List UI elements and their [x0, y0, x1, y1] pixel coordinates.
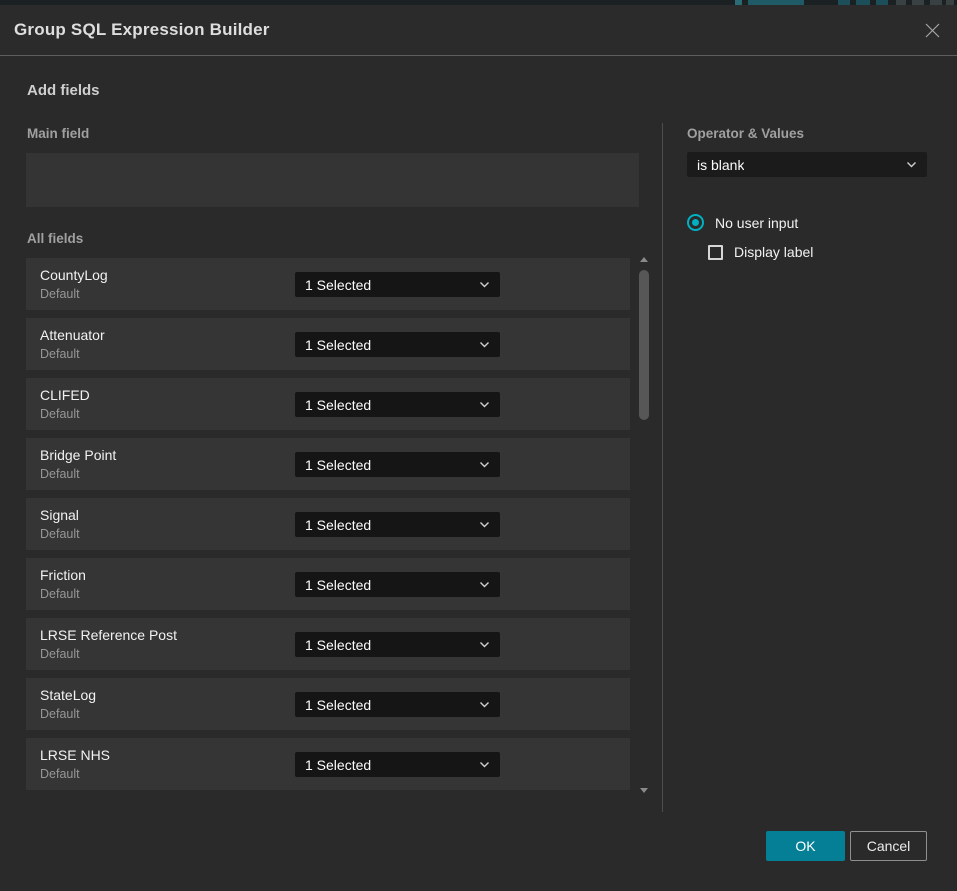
- field-name: Friction: [40, 567, 86, 583]
- field-selection-value: 1 Selected: [305, 517, 371, 533]
- field-name: LRSE NHS: [40, 747, 110, 763]
- field-selection-select[interactable]: 1 Selected: [295, 272, 500, 297]
- screen: Group SQL Expression Builder Add fields …: [0, 0, 957, 891]
- field-selection-select[interactable]: 1 Selected: [295, 752, 500, 777]
- chevron-down-icon: [479, 641, 490, 648]
- field-selection-value: 1 Selected: [305, 337, 371, 353]
- field-selection-value: 1 Selected: [305, 637, 371, 653]
- field-selection-select[interactable]: 1 Selected: [295, 692, 500, 717]
- chevron-down-icon: [906, 161, 917, 168]
- chevron-down-icon: [479, 401, 490, 408]
- dialog-header: Group SQL Expression Builder: [0, 5, 957, 56]
- field-name: Attenuator: [40, 327, 105, 343]
- field-selection-value: 1 Selected: [305, 697, 371, 713]
- field-selection-value: 1 Selected: [305, 397, 371, 413]
- dialog-title: Group SQL Expression Builder: [14, 5, 270, 55]
- chevron-down-icon: [479, 761, 490, 768]
- field-selection-select[interactable]: 1 Selected: [295, 512, 500, 537]
- operator-select[interactable]: is blank: [687, 152, 927, 177]
- field-subtitle: Default: [40, 347, 80, 361]
- display-label-label: Display label: [734, 244, 813, 260]
- field-name: StateLog: [40, 687, 96, 703]
- field-subtitle: Default: [40, 467, 80, 481]
- display-label-checkbox[interactable]: Display label: [708, 244, 813, 260]
- chevron-down-icon: [479, 701, 490, 708]
- field-subtitle: Default: [40, 647, 80, 661]
- field-selection-select[interactable]: 1 Selected: [295, 452, 500, 477]
- field-subtitle: Default: [40, 527, 80, 541]
- field-selection-select[interactable]: 1 Selected: [295, 572, 500, 597]
- field-subtitle: Default: [40, 767, 80, 781]
- field-subtitle: Default: [40, 707, 80, 721]
- field-name: Signal: [40, 507, 79, 523]
- operator-values-label: Operator & Values: [687, 126, 804, 141]
- field-row: Attenuator Default 1 Selected: [26, 318, 630, 370]
- radio-checked-icon: [687, 214, 704, 231]
- field-selection-value: 1 Selected: [305, 457, 371, 473]
- no-user-input-radio[interactable]: No user input: [687, 214, 798, 231]
- field-row: CLIFED Default 1 Selected: [26, 378, 630, 430]
- all-fields-list: CountyLog Default 1 Selected Attenuator …: [26, 258, 630, 791]
- field-selection-select[interactable]: 1 Selected: [295, 332, 500, 357]
- chevron-down-icon: [479, 341, 490, 348]
- field-row: CountyLog Default 1 Selected: [26, 258, 630, 310]
- field-subtitle: Default: [40, 287, 80, 301]
- field-subtitle: Default: [40, 587, 80, 601]
- checkbox-unchecked-icon: [708, 245, 723, 260]
- field-row: Signal Default 1 Selected: [26, 498, 630, 550]
- scrollbar-thumb[interactable]: [639, 270, 649, 420]
- field-name: Bridge Point: [40, 447, 116, 463]
- ok-button[interactable]: OK: [766, 831, 845, 861]
- field-row: Bridge Point Default 1 Selected: [26, 438, 630, 490]
- chevron-down-icon: [479, 581, 490, 588]
- main-field-label: Main field: [27, 126, 89, 141]
- field-row: Friction Default 1 Selected: [26, 558, 630, 610]
- add-fields-heading: Add fields: [27, 82, 100, 99]
- close-icon: [924, 22, 941, 39]
- field-selection-select[interactable]: 1 Selected: [295, 632, 500, 657]
- cancel-button[interactable]: Cancel: [850, 831, 927, 861]
- chevron-down-icon: [479, 281, 490, 288]
- scrollbar-down-icon[interactable]: [640, 788, 648, 793]
- panel-divider: [662, 123, 663, 812]
- main-field-panel: CountyLog | Default From Date: [26, 153, 639, 207]
- no-user-input-label: No user input: [715, 215, 798, 231]
- field-row: LRSE Reference Post Default 1 Selected: [26, 618, 630, 670]
- field-selection-value: 1 Selected: [305, 277, 371, 293]
- chevron-down-icon: [479, 461, 490, 468]
- field-subtitle: Default: [40, 407, 80, 421]
- field-row: StateLog Default 1 Selected: [26, 678, 630, 730]
- all-fields-label: All fields: [27, 231, 83, 246]
- field-name: LRSE Reference Post: [40, 627, 177, 643]
- field-name: CLIFED: [40, 387, 90, 403]
- field-name: CountyLog: [40, 267, 108, 283]
- field-selection-value: 1 Selected: [305, 577, 371, 593]
- field-row: LRSE NHS Default 1 Selected: [26, 738, 630, 790]
- scrollbar-up-icon[interactable]: [640, 257, 648, 262]
- chevron-down-icon: [479, 521, 490, 528]
- operator-select-value: is blank: [697, 157, 744, 173]
- field-selection-value: 1 Selected: [305, 757, 371, 773]
- close-button[interactable]: [919, 17, 945, 43]
- field-selection-select[interactable]: 1 Selected: [295, 392, 500, 417]
